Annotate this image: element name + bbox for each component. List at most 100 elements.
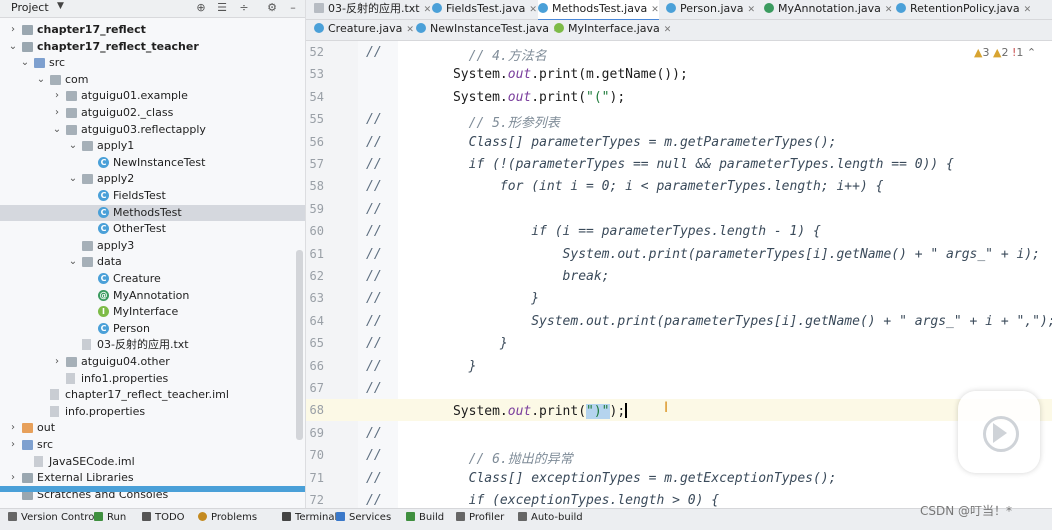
tree-item[interactable]: › External Libraries <box>0 470 305 486</box>
tree-item[interactable]: C MethodsTest <box>0 204 305 221</box>
close-icon[interactable]: ✕ <box>406 25 414 35</box>
tree-item[interactable]: ⌄ atguigu03.reflectapply <box>0 122 305 138</box>
code-line[interactable]: if (i == parameterTypes.length - 1) { <box>406 224 821 239</box>
tree-item[interactable]: 03-反射的应用.txt <box>0 337 305 353</box>
chevron-down-icon[interactable]: ⌄ <box>8 39 18 55</box>
expand-all-icon[interactable]: ÷ <box>237 1 251 15</box>
tree-item[interactable]: chapter17_reflect_teacher.iml <box>0 387 305 403</box>
chevron-down-icon[interactable]: ▼ <box>57 1 64 11</box>
tool-window-button[interactable]: Terminal <box>282 512 337 523</box>
tree-item[interactable]: info.properties <box>0 404 305 420</box>
code-line[interactable]: if (exceptionTypes.length > 0) { <box>406 493 719 508</box>
tool-window-button[interactable]: Build <box>406 512 444 523</box>
tree-item[interactable]: C FieldsTest <box>0 188 305 204</box>
tree-item[interactable]: ⌄ apply1 <box>0 138 305 154</box>
code-line[interactable]: if (!(parameterTypes == null && paramete… <box>406 157 954 172</box>
code-line[interactable]: // 6.抛出的异常 <box>406 448 573 467</box>
chevron-down-icon[interactable]: ⌄ <box>52 122 62 138</box>
tree-item[interactable]: ⌄ data <box>0 254 305 270</box>
chevron-down-icon[interactable]: ⌄ <box>20 55 30 71</box>
tree-item[interactable]: C Person <box>0 321 305 337</box>
code-line[interactable]: System.out.print(")"); <box>406 403 628 420</box>
code-line[interactable]: for (int i = 0; i < parameterTypes.lengt… <box>406 179 884 194</box>
close-icon[interactable]: ✕ <box>885 5 893 15</box>
tree-item[interactable]: › out <box>0 420 305 436</box>
project-panel-title[interactable]: Project <box>11 1 49 14</box>
tree-item[interactable]: apply3 <box>0 238 305 254</box>
tool-window-button[interactable]: Auto-build <box>518 512 583 523</box>
tree-item[interactable]: ⌄ chapter17_reflect_teacher <box>0 39 305 55</box>
tool-window-button[interactable]: TODO <box>142 512 185 523</box>
code-line[interactable]: System.out.print("("); <box>406 90 625 105</box>
tree-item[interactable]: @ MyAnnotation <box>0 288 305 304</box>
close-icon[interactable]: ✕ <box>651 5 659 15</box>
tool-window-button[interactable]: Problems <box>198 512 257 523</box>
tree-item[interactable]: › atguigu01.example <box>0 88 305 104</box>
editor-tab[interactable]: Person.java ✕ <box>666 0 755 19</box>
code-line[interactable]: // 4.方法名 <box>406 45 547 64</box>
close-icon[interactable]: ✕ <box>664 25 672 35</box>
inspection-widget[interactable]: ▲3 ▲2 !1 ⌃ <box>974 46 1036 59</box>
gear-icon[interactable]: ⚙ <box>265 1 279 15</box>
tree-item[interactable]: ⌄ src <box>0 55 305 71</box>
services-icon <box>336 512 345 521</box>
tree-item[interactable]: JavaSECode.iml <box>0 454 305 470</box>
tree-item[interactable]: › atguigu04.other <box>0 354 305 370</box>
editor-tab[interactable]: MyAnnotation.java ✕ <box>764 0 892 19</box>
tree-item[interactable]: C NewInstanceTest <box>0 155 305 171</box>
tree-item[interactable]: I MyInterface <box>0 304 305 320</box>
chevron-right-icon[interactable]: › <box>8 22 18 38</box>
close-icon[interactable]: ✕ <box>529 5 537 15</box>
editor-tab[interactable]: FieldsTest.java ✕ <box>432 0 537 19</box>
tool-window-button[interactable]: Version Control <box>8 512 97 523</box>
chevron-down-icon[interactable]: ⌄ <box>68 254 78 270</box>
collapse-all-icon[interactable]: ☰ <box>215 1 229 15</box>
close-icon[interactable]: ✕ <box>424 5 432 15</box>
tree-item[interactable]: › chapter17_reflect <box>0 22 305 38</box>
chevron-down-icon[interactable]: ⌄ <box>68 171 78 187</box>
code-line[interactable]: Class[] parameterTypes = m.getParameterT… <box>406 135 837 150</box>
locate-icon[interactable]: ⊕ <box>194 1 208 15</box>
code-line[interactable]: Class[] exceptionTypes = m.getExceptionT… <box>406 471 837 486</box>
editor-tab[interactable]: RetentionPolicy.java ✕ <box>896 0 1031 19</box>
project-scrollbar[interactable] <box>296 250 303 440</box>
tree-item[interactable]: ⌄ apply2 <box>0 171 305 187</box>
code-line[interactable]: // 5.形参列表 <box>406 112 560 131</box>
code-editor[interactable]: 52 // // 4.方法名 53 System.out.print(m.getNa… <box>306 41 1052 508</box>
close-icon[interactable]: ✕ <box>748 5 756 15</box>
tree-item[interactable]: info1.properties <box>0 371 305 387</box>
chevron-down-icon[interactable]: ⌄ <box>68 138 78 154</box>
chevron-up-icon[interactable]: ⌃ <box>1027 46 1036 59</box>
chevron-right-icon[interactable]: › <box>8 437 18 453</box>
editor-tab[interactable]: 03-反射的应用.txt ✕ <box>314 0 431 19</box>
tree-item[interactable]: › src <box>0 437 305 453</box>
code-line[interactable]: break; <box>406 269 610 284</box>
editor-tab-label: NewInstanceTest.java <box>430 22 549 35</box>
editor-tab[interactable]: MyInterface.java ✕ <box>554 20 671 39</box>
code-line[interactable]: } <box>406 336 508 351</box>
chevron-right-icon[interactable]: › <box>8 470 18 486</box>
tool-window-button[interactable]: Run <box>94 512 126 523</box>
tree-item[interactable]: C Creature <box>0 271 305 287</box>
close-icon[interactable]: ✕ <box>1024 5 1032 15</box>
editor-tab[interactable]: MethodsTest.java ✕ <box>538 0 659 21</box>
chevron-right-icon[interactable]: › <box>52 88 62 104</box>
code-line[interactable]: System.out.print(parameterTypes[i].getNa… <box>406 314 1052 329</box>
tool-window-button[interactable]: Profiler <box>456 512 504 523</box>
hide-icon[interactable]: – <box>286 1 300 15</box>
code-line[interactable]: System.out.print(m.getName()); <box>406 67 688 82</box>
tree-item[interactable]: ⌄ com <box>0 72 305 88</box>
tool-window-button[interactable]: Services <box>336 512 391 523</box>
code-line[interactable]: } <box>406 359 477 374</box>
tree-item[interactable]: › atguigu02._class <box>0 105 305 121</box>
editor-tab[interactable]: Creature.java ✕ <box>314 20 414 39</box>
code-line[interactable]: System.out.print(parameterTypes[i].getNa… <box>406 247 1040 262</box>
chevron-down-icon[interactable]: ⌄ <box>36 72 46 88</box>
video-play-button[interactable] <box>958 391 1040 473</box>
code-line[interactable]: } <box>406 291 539 306</box>
editor-tab[interactable]: NewInstanceTest.java✕ <box>416 20 561 39</box>
tree-item[interactable]: C OtherTest <box>0 221 305 237</box>
chevron-right-icon[interactable]: › <box>8 420 18 436</box>
chevron-right-icon[interactable]: › <box>52 354 62 370</box>
chevron-right-icon[interactable]: › <box>52 105 62 121</box>
